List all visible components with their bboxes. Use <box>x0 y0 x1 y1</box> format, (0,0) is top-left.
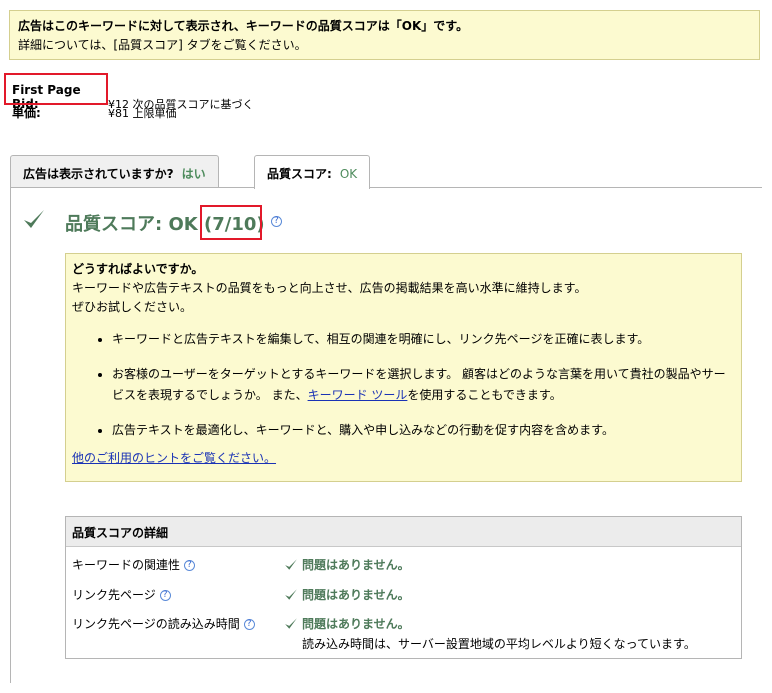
help-icon[interactable]: ? <box>243 619 255 630</box>
tab-ad-shown-label: 広告は表示されていますか? <box>23 167 174 181</box>
help-icon[interactable]: ? <box>270 216 282 227</box>
quality-score-heading: 品質スコア: OK <box>65 214 198 235</box>
quality-details-table: 品質スコアの詳細 キーワードの関連性 ? 問題はありません。 リンク先ページ ?… <box>65 516 742 659</box>
tip-item: お客様のユーザーをターゲットとするキーワードを選択します。 顧客はどのような言葉… <box>112 364 735 406</box>
detail-label: リンク先ページの読み込み時間 <box>72 617 240 631</box>
tab-quality-score[interactable]: 品質スコア: OK <box>254 155 371 189</box>
tip-text: を使用することもできます。 <box>407 388 562 402</box>
unit-price-row: 単価: ¥81 上限単価 <box>12 104 177 121</box>
tips-box: どうすればよいですか。 キーワードや広告テキストの品質をもっと向上させ、広告の掲… <box>65 253 742 482</box>
detail-row-status: 問題はありません。 <box>284 586 410 603</box>
tab-ad-shown-value: はい <box>181 167 206 181</box>
details-heading: 品質スコアの詳細 <box>66 517 741 547</box>
detail-status: 問題はありません。 <box>302 588 410 602</box>
tip-item: キーワードと広告テキストを編集して、相互の関連を明確にし、リンク先ページを正確に… <box>112 329 735 350</box>
detail-note: 読み込み時間は、サーバー設置地域の平均レベルより短くなっています。 <box>302 637 696 651</box>
help-icon[interactable]: ? <box>159 590 171 601</box>
tip-item: 広告テキストを最適化し、キーワードと、購入や申し込みなどの行動を促す内容を含めま… <box>112 420 735 441</box>
detail-row-label: リンク先ページの読み込み時間 ? <box>72 615 255 632</box>
tab-quality-score-label: 品質スコア: <box>267 167 332 181</box>
check-icon <box>22 208 46 233</box>
notice-detail: 詳細については、[品質スコア] タブをご覧ください。 <box>18 38 307 52</box>
detail-label: リンク先ページ <box>72 588 156 602</box>
unit-price-value: ¥81 上限単価 <box>108 107 177 120</box>
highlight-box-bid <box>4 73 108 105</box>
detail-status: 問題はありません。 <box>302 558 410 572</box>
notice-headline: 広告はこのキーワードに対して表示され、キーワードの品質スコアは「OK」です。 <box>18 19 469 33</box>
tips-intro: キーワードや広告テキストの品質をもっと向上させ、広告の掲載結果を高い水準に維持し… <box>72 281 587 295</box>
detail-row-status: 問題はありません。 読み込み時間は、サーバー設置地域の平均レベルより短くなってい… <box>284 615 696 652</box>
unit-price-label: 単価: <box>12 106 41 120</box>
check-icon <box>285 618 297 629</box>
tab-quality-score-value: OK <box>339 167 358 181</box>
tab-ad-shown[interactable]: 広告は表示されていますか? はい <box>10 155 219 188</box>
detail-status: 問題はありません。 <box>302 617 410 631</box>
check-icon <box>285 589 297 600</box>
tips-heading: どうすればよいですか。 <box>72 262 204 276</box>
help-icon[interactable]: ? <box>183 560 195 571</box>
more-tips-link[interactable]: 他のご利用のヒントをご覧ください。 <box>72 451 276 465</box>
detail-label: キーワードの関連性 <box>72 558 181 572</box>
keyword-tool-link[interactable]: キーワード ツール <box>308 388 408 402</box>
detail-row-label: キーワードの関連性 ? <box>72 556 195 573</box>
detail-row-label: リンク先ページ ? <box>72 586 171 603</box>
detail-row-status: 問題はありません。 <box>284 556 410 573</box>
tips-intro-2: ぜひお試しください。 <box>72 300 193 314</box>
tips-list: キーワードと広告テキストを編集して、相互の関連を明確にし、リンク先ページを正確に… <box>72 329 735 441</box>
status-notice: 広告はこのキーワードに対して表示され、キーワードの品質スコアは「OK」です。 詳… <box>9 10 760 60</box>
check-icon <box>285 559 297 570</box>
highlight-box-score <box>200 205 262 240</box>
